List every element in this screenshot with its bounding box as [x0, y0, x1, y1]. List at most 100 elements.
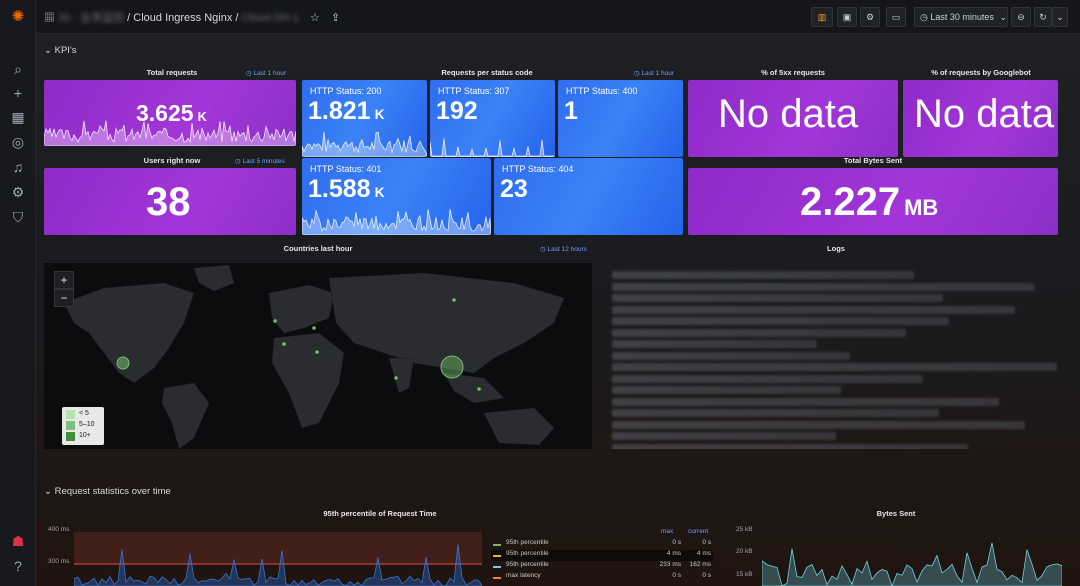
threshold-region: [74, 532, 482, 564]
breadcrumb-separator: /: [235, 12, 239, 24]
stat-label: HTTP Status: 200: [310, 86, 382, 96]
stat-label: HTTP Status: 404: [502, 164, 574, 174]
legend-current-value: 4 ms: [696, 550, 711, 557]
africa-shape: [271, 332, 345, 429]
legend-current-value: 0 s: [702, 572, 711, 579]
star-icon[interactable]: ☆: [310, 12, 320, 24]
log-line: [612, 271, 914, 279]
tv-mode-button[interactable]: ▭: [886, 7, 906, 27]
breadcrumb-subtitle[interactable]: Cloud-SH-1: [242, 12, 299, 24]
dashboards-grid-icon[interactable]: ▦: [44, 12, 55, 24]
y-axis-tick: 15 kB: [736, 571, 753, 578]
north-america-shape: [63, 282, 195, 384]
row-kpis[interactable]: ⌄ KPI's: [44, 45, 77, 56]
bytes-series: [762, 542, 1062, 586]
legend-current-value: 162 ms: [689, 561, 711, 568]
top-navbar: ▦ 20 · 业务监控 / Cloud Ingress Nginx / Clou…: [36, 0, 1080, 34]
sparkline-area: [302, 209, 491, 235]
user-avatar-icon[interactable]: ☗: [9, 532, 27, 550]
stat-http-401: HTTP Status: 401 1.588 K: [302, 158, 491, 235]
search-icon[interactable]: ⌕: [9, 60, 27, 78]
p95-graph-svg: [74, 532, 482, 586]
panel-title[interactable]: Countries last hour: [44, 244, 592, 253]
explore-icon[interactable]: ◎: [9, 133, 27, 151]
grafana-logo-icon[interactable]: ✺: [9, 8, 27, 26]
stat-total-requests: 3.625 K: [44, 80, 296, 146]
world-map[interactable]: + − < 5 5–10 10+: [44, 263, 592, 449]
legend-header-current: current: [688, 528, 709, 535]
map-zoom-in-button[interactable]: +: [54, 271, 74, 289]
dashboards-icon[interactable]: ▦: [9, 108, 27, 126]
stat-http-404: HTTP Status: 404 23: [494, 158, 683, 235]
add-panel-button[interactable]: ▥: [811, 7, 833, 27]
share-icon[interactable]: ⇪: [331, 12, 340, 24]
shield-icon[interactable]: ⛉: [9, 208, 27, 226]
legend-header: max current: [491, 528, 713, 539]
gear-icon[interactable]: ⚙: [9, 183, 27, 201]
row-request-statistics[interactable]: ⌄ Request statistics over time: [44, 486, 171, 497]
legend-row[interactable]: 95th percentile 233 ms 162 ms: [491, 561, 713, 572]
panel-title[interactable]: Total Bytes Sent: [688, 156, 1058, 165]
sidebar: ✺ ⌕ + ▦ ◎ ♫ ⚙ ⛉ ☗ ?: [0, 0, 36, 586]
map-zoom-out-button[interactable]: −: [54, 289, 74, 307]
legend-series-name: 95th percentile: [506, 561, 549, 568]
stat-label: HTTP Status: 307: [438, 86, 510, 96]
europe-shape: [268, 284, 335, 334]
chevron-down-icon: ⌄: [999, 12, 1007, 22]
legend-series-name: max latency: [506, 572, 541, 579]
panel-title[interactable]: Requests per status code: [302, 68, 672, 77]
save-dashboard-button[interactable]: ▣: [837, 7, 857, 27]
stat-value: 1: [564, 97, 578, 125]
alerting-bell-icon[interactable]: ♫: [9, 158, 27, 176]
map-marker: [273, 319, 277, 323]
p95-graph[interactable]: [74, 526, 482, 586]
logs-panel[interactable]: [606, 263, 1066, 449]
panel-title[interactable]: Bytes Sent: [726, 509, 1066, 518]
map-marker: [282, 342, 286, 346]
help-icon[interactable]: ?: [9, 557, 27, 575]
plus-icon[interactable]: +: [9, 84, 27, 102]
log-line: [612, 294, 943, 302]
map-marker: [394, 376, 398, 380]
panel-title[interactable]: Logs: [606, 244, 1066, 253]
zoom-out-button[interactable]: ⊖: [1011, 7, 1031, 27]
legend-current-value: 0 s: [702, 539, 711, 546]
y-axis-tick: 20 kB: [736, 548, 753, 555]
panel-title[interactable]: % of 5xx requests: [688, 68, 898, 77]
stat-value: No data: [718, 92, 859, 136]
breadcrumb-separator: /: [127, 12, 131, 24]
stat-http-400: HTTP Status: 400 1: [558, 80, 683, 157]
india-shape: [388, 357, 415, 394]
legend-swatch: [66, 432, 75, 441]
refresh-interval-dropdown[interactable]: ⌄: [1052, 7, 1068, 27]
australia-shape: [483, 407, 555, 446]
y-axis-tick: 400 ms: [48, 526, 70, 533]
dashboard-settings-button[interactable]: ⚙: [860, 7, 880, 27]
log-line: [612, 363, 1057, 371]
legend-row[interactable]: 95th percentile 0 s 0 s: [491, 539, 713, 550]
stat-users-now: 38: [44, 168, 296, 235]
time-range-picker[interactable]: ◷ Last 30 minutes ⌄: [914, 7, 1008, 27]
refresh-button[interactable]: ↻: [1034, 7, 1052, 27]
map-marker-us: [116, 356, 130, 370]
panel-title[interactable]: 95th percentile of Request Time: [44, 509, 716, 518]
log-line: [612, 328, 906, 337]
panel-time-override: ◷ Last 1 hour: [246, 70, 287, 77]
panel-title[interactable]: % of requests by Googlebot: [903, 68, 1059, 77]
legend-row[interactable]: max latency 0 s 0 s: [491, 572, 713, 583]
sparkline: [430, 138, 555, 157]
legend-color-swatch: [493, 566, 501, 568]
breadcrumb-dashboard-title[interactable]: Cloud Ingress Nginx: [133, 12, 232, 24]
stat-value: 38: [146, 180, 191, 224]
stat-pct-5xx: No data: [688, 80, 898, 157]
log-line: [612, 282, 1034, 291]
legend-label: 10+: [79, 432, 91, 439]
bytes-sent-graph[interactable]: [762, 526, 1062, 586]
legend-label: < 5: [79, 410, 89, 417]
log-line: [612, 374, 923, 383]
legend-row[interactable]: 95th percentile 4 ms 4 ms: [491, 550, 713, 561]
stat-value: 1.821 K: [308, 97, 385, 125]
breadcrumb-folder[interactable]: 20 · 业务监控: [58, 12, 124, 24]
sparkline-area: [302, 131, 427, 157]
legend-color-swatch: [493, 555, 501, 557]
